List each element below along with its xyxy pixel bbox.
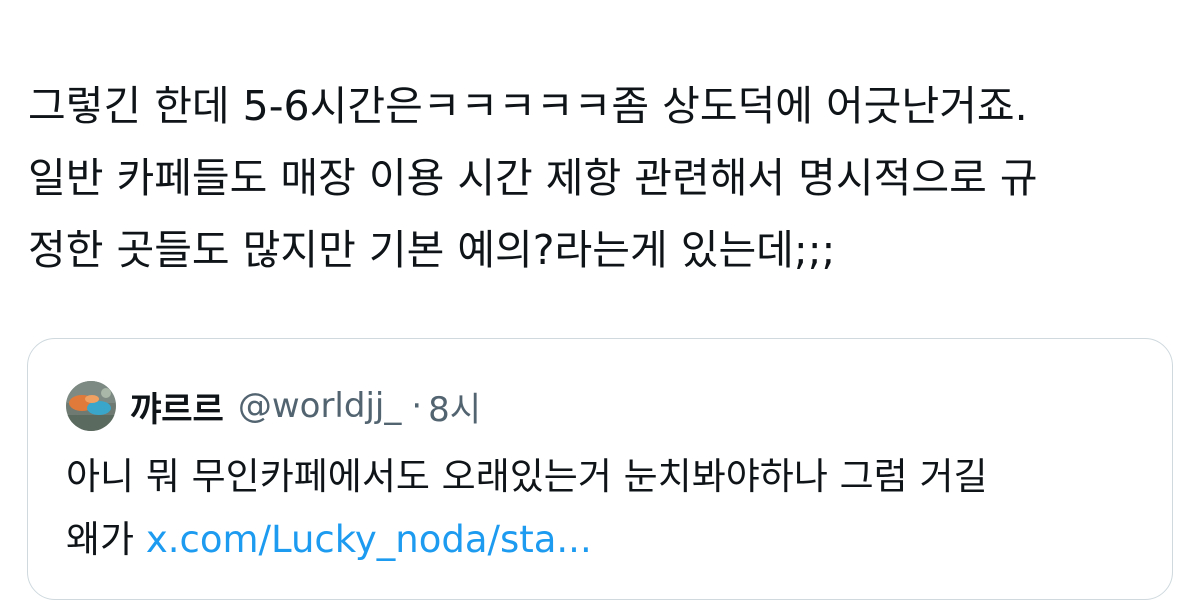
- quoted-tweet-card[interactable]: 꺄르르 @worldjj_ · 8시 아니 뭐 무인카페에서도 오래있는거 눈치…: [27, 338, 1173, 600]
- quoted-handle[interactable]: @worldjj_: [238, 386, 402, 426]
- quoted-tweet-header: 꺄르르 @worldjj_ · 8시: [66, 381, 481, 431]
- quoted-body-line: 아니 뭐 무인카페에서도 오래있는거 눈치봐야하나 그럼 거길: [66, 455, 988, 498]
- avatar[interactable]: [66, 381, 116, 431]
- quoted-tweet-body: 아니 뭐 무인카페에서도 오래있는거 눈치봐야하나 그럼 거길 왜가 x.com…: [66, 445, 1146, 571]
- quoted-body-line: 왜가 x.com/Lucky_noda/sta...: [66, 508, 1146, 571]
- separator-dot: ·: [411, 386, 423, 426]
- tweet-text-line: 그렇긴 한데 5-6시간은ㅋㅋㅋㅋㅋ좀 상도덕에 어긋난거죠.: [28, 82, 1028, 130]
- tweet-text: 그렇긴 한데 5-6시간은ㅋㅋㅋㅋㅋ좀 상도덕에 어긋난거죠. 일반 카페들도 …: [28, 70, 1178, 286]
- quoted-tweet-link[interactable]: x.com/Lucky_noda/sta...: [146, 518, 592, 561]
- quoted-display-name[interactable]: 꺄르르: [130, 382, 224, 431]
- quoted-body-text: 왜가: [66, 518, 146, 561]
- tweet-text-line: 일반 카페들도 매장 이용 시간 제항 관련해서 명시적으로 규: [28, 154, 1038, 202]
- quoted-timestamp[interactable]: 8시: [428, 382, 481, 431]
- avatar-image: [66, 381, 116, 431]
- tweet-text-line: 정한 곳들도 많지만 기본 예의?라는게 있는데;;;: [28, 226, 836, 274]
